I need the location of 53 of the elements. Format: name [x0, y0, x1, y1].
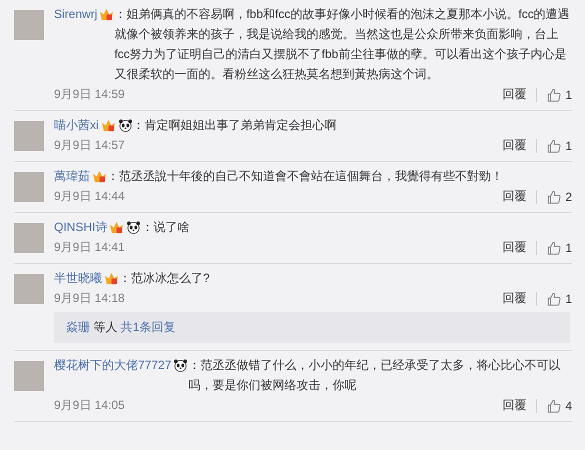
summary-text: 等人	[93, 320, 118, 334]
reply-link[interactable]: 回覆	[502, 239, 526, 256]
thumbs-up-icon	[547, 240, 562, 254]
like-button[interactable]: 1	[547, 292, 572, 306]
reply-link[interactable]: 回覆	[502, 397, 526, 414]
avatar-image[interactable]	[14, 172, 44, 202]
thumbs-up-icon	[547, 138, 562, 152]
comment-time: 9月9日 14:57	[54, 137, 125, 154]
reply-link[interactable]: 回覆	[502, 137, 526, 154]
panda-emoji-icon	[118, 118, 133, 132]
crown-badge-icon	[100, 118, 116, 132]
panda-emoji-icon	[173, 358, 188, 372]
crown-badge-icon	[109, 220, 124, 234]
reply-link[interactable]: 回覆	[502, 290, 526, 307]
comment-time: 9月9日 14:05	[54, 397, 125, 414]
user-name-link[interactable]: 半世晓曦	[54, 268, 102, 288]
comment-text: ：范丞丞說十年後的自己不知道會不會站在這個舞台，我覺得有些不對勁！	[107, 168, 504, 185]
crown-badge-icon	[99, 8, 114, 20]
thumbs-up-icon	[547, 398, 562, 412]
comment-text: ：姐弟俩真的不容易啊，fbb和fcc的故事好像小时候看的泡沫之夏那本小说。fcc的遭遇就像个被领养来的孩子，我是说给我的感觉。当然这也是公众所带来负面影响，台上fcc努力为了证明自己的清白又摆脱不了fbb前尘往事做的孽。可以看出这个孩子内心是又很柔软的一面的。看粉丝这么狂热莫名想到黃热病这个词。	[114, 6, 571, 83]
like-button[interactable]: 1	[547, 240, 572, 254]
like-button[interactable]: 2	[547, 190, 572, 204]
avatar-image[interactable]	[14, 121, 44, 151]
reply-link[interactable]: 回覆	[502, 188, 526, 205]
crown-badge-icon	[92, 170, 107, 182]
reply-link[interactable]: 回覆	[502, 86, 526, 103]
reply-count-link[interactable]: 共1条回复	[120, 320, 176, 334]
user-name-link[interactable]: 萬瑋茹	[54, 166, 90, 186]
comment-time: 9月9日 14:44	[54, 188, 125, 205]
thumbs-up-icon	[547, 88, 562, 102]
comment-time: 9月9日 14:59	[54, 86, 125, 103]
user-name-link[interactable]: QINSHI诗	[54, 217, 108, 237]
crown-badge-icon	[104, 272, 119, 284]
user-name-link[interactable]: Sirenwrj	[54, 4, 98, 24]
avatar-image[interactable]	[14, 223, 44, 253]
comment-text: ：说了啥	[141, 219, 190, 236]
like-button[interactable]: 1	[547, 88, 572, 102]
user-name-link[interactable]: 樱花树下的大佬77727	[54, 355, 172, 375]
user-name-link[interactable]: 喵小茜xi	[54, 115, 99, 135]
avatar-image[interactable]	[14, 274, 44, 304]
comment-text: ：肯定啊姐姐出事了弟弟肯定会担心啊	[132, 117, 338, 134]
like-button[interactable]: 1	[547, 138, 572, 152]
reply-user-link[interactable]: 焱珊	[66, 320, 90, 334]
comment-text: ：范丞丞做错了什么，小小的年纪，已经承受了太多，将心比心不可以吗，要是你们被网络攻击，你呢	[188, 357, 562, 394]
like-button[interactable]: 4	[547, 398, 572, 412]
thumbs-up-icon	[547, 292, 562, 306]
comment-text: ：范冰冰怎么了?	[119, 270, 211, 287]
comment-time: 9月9日 14:41	[54, 239, 125, 256]
thumbs-up-icon	[547, 190, 562, 204]
avatar-image[interactable]	[14, 10, 44, 40]
comment-time: 9月9日 14:18	[54, 290, 125, 307]
avatar-image[interactable]	[14, 361, 44, 391]
panda-emoji-icon	[126, 220, 142, 234]
